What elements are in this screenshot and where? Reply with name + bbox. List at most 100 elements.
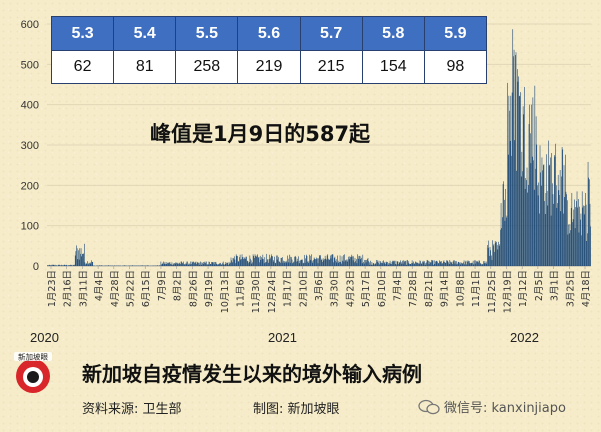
daily-case-bar (390, 263, 392, 266)
daily-case-bar (573, 209, 575, 266)
daily-case-bar (535, 116, 537, 266)
daily-case-bar (295, 257, 297, 266)
x-tick-label: 2月10日 (298, 270, 309, 307)
daily-case-bar (161, 263, 163, 266)
daily-case-bar (458, 261, 460, 266)
daily-case-bar (276, 259, 278, 266)
daily-case-bar (466, 264, 467, 266)
daily-case-bar (187, 264, 189, 266)
daily-case-bar (356, 263, 358, 266)
daily-case-bar (565, 154, 566, 266)
daily-case-bar (180, 263, 181, 266)
daily-case-bar (248, 263, 249, 266)
daily-case-bar (408, 263, 410, 266)
daily-case-bar (501, 228, 503, 266)
daily-case-bar (197, 262, 199, 266)
daily-case-bar (200, 261, 201, 266)
daily-case-bar (259, 255, 261, 266)
x-tick-label: 11月25日 (487, 270, 498, 313)
daily-case-bar (79, 248, 81, 266)
daily-case-bar (277, 255, 279, 266)
daily-case-bar (181, 261, 182, 266)
daily-case-bar (352, 256, 353, 266)
daily-case-bar (165, 261, 167, 266)
daily-case-bar (364, 259, 366, 266)
daily-case-bar (438, 263, 440, 266)
daily-case-bar (238, 261, 240, 266)
daily-case-bar (172, 264, 174, 266)
daily-case-bar (261, 257, 262, 266)
daily-case-bar (80, 248, 82, 266)
daily-case-bar (210, 263, 212, 266)
daily-case-bar (448, 262, 449, 266)
daily-cases-table: 5.3 5.4 5.5 5.6 5.7 5.8 5.9 62 81 258 21… (50, 16, 488, 84)
daily-case-bar (578, 232, 580, 266)
daily-case-bar (480, 263, 482, 266)
daily-case-bar (515, 52, 517, 267)
daily-case-bar (296, 261, 297, 266)
daily-case-bar (437, 263, 439, 266)
daily-case-bar (435, 261, 436, 266)
table-count-cell: 154 (361, 50, 425, 84)
daily-case-bar (224, 264, 225, 266)
daily-case-bar (400, 260, 401, 266)
daily-case-bar (248, 261, 250, 266)
daily-case-bar (170, 263, 171, 266)
daily-case-bar (230, 257, 232, 266)
table-date-cell: 5.6 (237, 16, 301, 51)
table-count-cell: 98 (423, 50, 488, 84)
daily-case-bar (541, 157, 543, 266)
daily-case-bar (488, 240, 490, 266)
daily-case-bar (563, 213, 564, 266)
daily-case-bar (500, 203, 502, 266)
daily-case-bar (400, 261, 402, 266)
daily-case-bar (430, 262, 432, 266)
daily-case-bar (486, 263, 488, 266)
daily-case-bar (78, 250, 79, 266)
daily-case-bar (574, 228, 576, 266)
daily-case-bar (172, 264, 173, 266)
daily-case-bar (393, 261, 395, 266)
daily-case-bar (303, 263, 305, 266)
y-tick-label: 100 (21, 221, 39, 233)
daily-case-bar (462, 263, 464, 266)
daily-case-bar (558, 190, 560, 266)
daily-case-bar (305, 258, 306, 266)
daily-case-bar (297, 261, 299, 266)
daily-case-bar (407, 259, 408, 266)
daily-case-bar (496, 245, 498, 266)
daily-case-bar (344, 254, 345, 266)
daily-case-bar (300, 260, 301, 266)
daily-case-bar (328, 259, 330, 266)
daily-case-bar (459, 264, 461, 266)
daily-case-bar (171, 262, 173, 266)
daily-case-bar (533, 160, 534, 266)
daily-case-bar (182, 262, 183, 266)
daily-case-bar (258, 257, 260, 266)
daily-case-bar (335, 259, 337, 266)
daily-case-bar (484, 261, 486, 266)
daily-case-bar (372, 263, 374, 266)
daily-case-bar (472, 262, 473, 266)
daily-case-bar (184, 264, 186, 266)
daily-case-bar (269, 259, 271, 266)
daily-case-bar (92, 261, 94, 266)
daily-case-bar (402, 260, 403, 266)
daily-case-bar (330, 255, 331, 266)
daily-case-bar (509, 110, 510, 266)
daily-case-bar (419, 260, 421, 266)
daily-case-bar (550, 157, 551, 266)
daily-case-bar (243, 259, 244, 266)
daily-case-bar (166, 263, 168, 266)
daily-case-bar (90, 263, 92, 266)
daily-case-bar (532, 97, 534, 266)
daily-case-bar (336, 262, 338, 266)
daily-case-bar (241, 254, 243, 266)
daily-case-bar (464, 264, 466, 266)
daily-case-bar (493, 243, 495, 266)
daily-case-bar (531, 104, 532, 266)
daily-case-bar (212, 262, 214, 266)
daily-case-bar (337, 255, 338, 266)
daily-case-bar (477, 261, 478, 266)
daily-case-bar (309, 254, 310, 266)
